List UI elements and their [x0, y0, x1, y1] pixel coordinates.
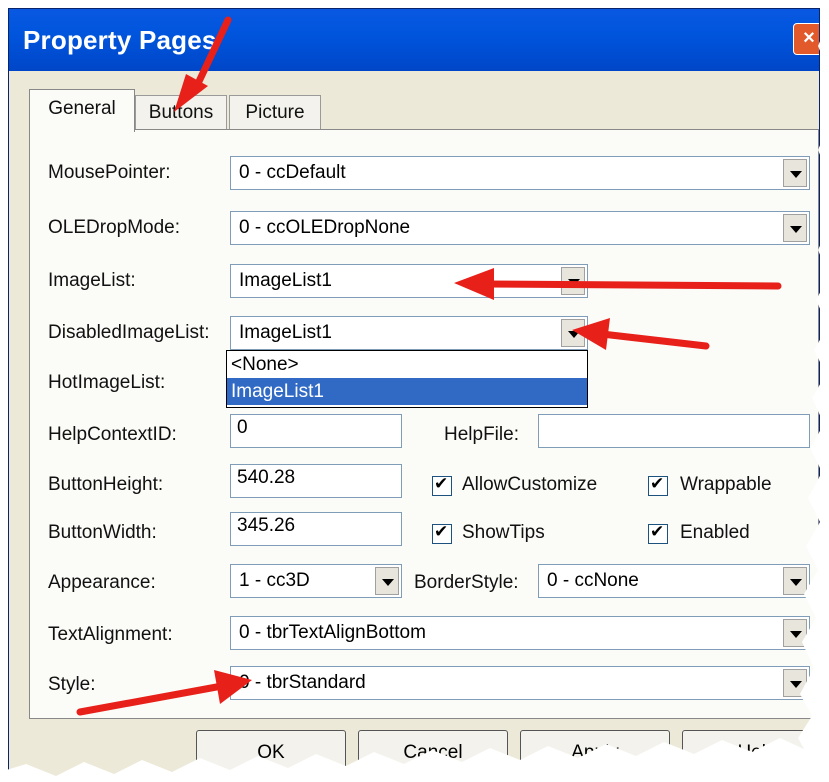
appearance-combo[interactable]: 1 - cc3D — [230, 564, 402, 598]
chevron-down-icon[interactable] — [561, 319, 585, 347]
oledropmode-label: OLEDropMode: — [48, 217, 181, 238]
showtips-label: ShowTips — [462, 522, 545, 543]
borderstyle-value: 0 - ccNone — [547, 570, 639, 591]
mousepointer-label: MousePointer: — [48, 162, 171, 183]
buttonheight-label: ButtonHeight: — [48, 474, 164, 495]
tab-picture[interactable]: Picture — [229, 95, 321, 130]
hotimagelist-label: HotImageList: — [48, 372, 166, 393]
chevron-down-icon[interactable] — [375, 567, 399, 595]
window-title: Property Pages — [23, 25, 217, 55]
chevron-down-icon[interactable] — [783, 619, 807, 647]
imagelist-combo[interactable]: ImageList1 — [230, 264, 588, 298]
disabledimagelist-label: DisabledImageList: — [48, 322, 210, 343]
borderstyle-label: BorderStyle: — [414, 572, 519, 593]
textalignment-label: TextAlignment: — [48, 624, 173, 645]
chevron-down-icon[interactable] — [783, 214, 807, 242]
showtips-checkbox[interactable] — [432, 522, 452, 544]
enabled-checkbox[interactable] — [648, 522, 668, 544]
textalignment-combo[interactable]: 0 - tbrTextAlignBottom — [230, 616, 810, 650]
title-bar[interactable]: Property Pages × — [9, 9, 819, 71]
style-label: Style: — [48, 674, 96, 695]
helpcontextid-input[interactable]: 0 — [230, 414, 402, 448]
imagelist-label: ImageList: — [48, 270, 136, 291]
dropdown-option-imagelist1[interactable]: ImageList1 — [227, 378, 587, 405]
helpcontextid-label: HelpContextID: — [48, 424, 177, 445]
mousepointer-value: 0 - ccDefault — [239, 162, 346, 183]
disabledimagelist-combo[interactable]: ImageList1 — [230, 316, 588, 350]
oledropmode-value: 0 - ccOLEDropNone — [239, 217, 411, 238]
appearance-value: 1 - cc3D — [239, 570, 310, 591]
help-button[interactable]: Help — [682, 730, 829, 774]
style-combo[interactable]: 0 - tbrStandard — [230, 666, 810, 700]
chevron-down-icon[interactable] — [561, 267, 585, 295]
imagelist-value: ImageList1 — [239, 270, 332, 291]
allowcustomize-label: AllowCustomize — [462, 474, 598, 495]
disabledimagelist-dropdown-list: <None> ImageList1 — [226, 350, 588, 408]
oledropmode-combo[interactable]: 0 - ccOLEDropNone — [230, 211, 810, 245]
appearance-label: Appearance: — [48, 572, 156, 593]
wrappable-checkbox[interactable] — [648, 474, 668, 496]
helpfile-input[interactable] — [538, 414, 810, 448]
cancel-button[interactable]: Cancel — [358, 730, 508, 774]
enabled-label: Enabled — [680, 522, 750, 543]
disabledimagelist-value: ImageList1 — [239, 322, 332, 343]
buttonwidth-label: ButtonWidth: — [48, 522, 157, 543]
ok-button[interactable]: OK — [196, 730, 346, 774]
mousepointer-combo[interactable]: 0 - ccDefault — [230, 156, 810, 190]
style-value: 0 - tbrStandard — [239, 672, 366, 693]
chevron-down-icon[interactable] — [783, 567, 807, 595]
tab-buttons[interactable]: Buttons — [135, 95, 227, 130]
dropdown-option-none[interactable]: <None> — [227, 351, 587, 378]
apply-button[interactable]: Apply — [520, 730, 670, 774]
tab-general[interactable]: General — [29, 89, 135, 132]
close-button[interactable]: × — [793, 23, 819, 55]
textalignment-value: 0 - tbrTextAlignBottom — [239, 622, 426, 643]
buttonheight-input[interactable]: 540.28 — [230, 464, 402, 498]
chevron-down-icon[interactable] — [783, 159, 807, 187]
wrappable-label: Wrappable — [680, 474, 772, 495]
chevron-down-icon[interactable] — [783, 669, 807, 697]
helpfile-label: HelpFile: — [444, 424, 519, 445]
allowcustomize-checkbox[interactable] — [432, 474, 452, 496]
borderstyle-combo[interactable]: 0 - ccNone — [538, 564, 810, 598]
buttonwidth-input[interactable]: 345.26 — [230, 512, 402, 546]
